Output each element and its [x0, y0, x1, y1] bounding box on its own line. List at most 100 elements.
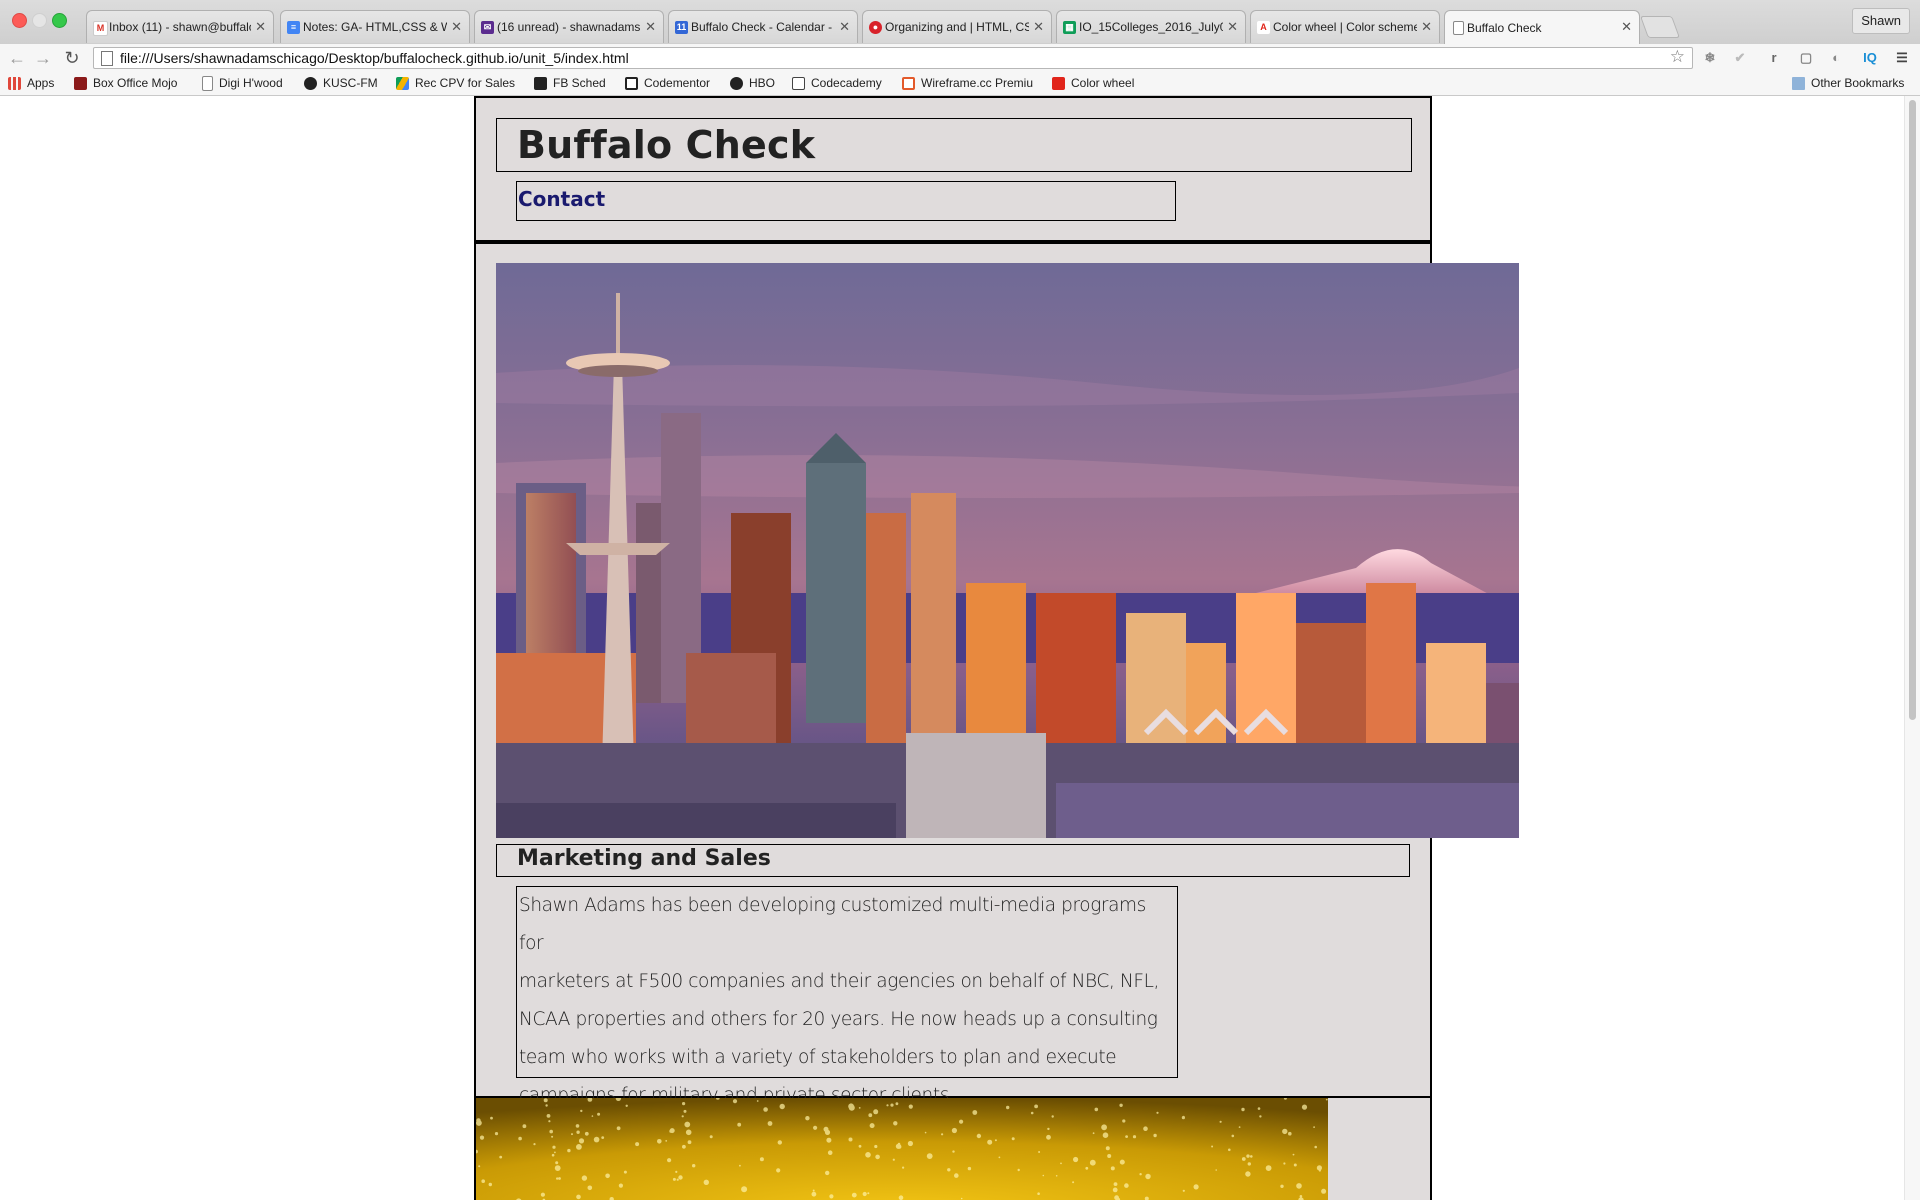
tab-yahoo-mail[interactable]: ✉ (16 unread) - shawnadams ✕ — [474, 10, 664, 43]
v-icon[interactable]: ✔ — [1730, 48, 1750, 68]
tab-close-icon[interactable]: ✕ — [839, 19, 850, 35]
forward-icon[interactable]: → — [32, 47, 54, 69]
tab-close-icon[interactable]: ✕ — [255, 19, 266, 35]
bookmark-rec-cpv[interactable]: Rec CPV for Sales — [396, 72, 515, 95]
codementor-icon — [625, 77, 638, 90]
mojo-icon — [74, 77, 87, 90]
url-text: file:///Users/shawnadamschicago/Desktop/… — [120, 50, 629, 66]
bookmark-star-icon[interactable]: ☆ — [1670, 47, 1685, 67]
tab-calendar[interactable]: 11 Buffalo Check - Calendar - ✕ — [668, 10, 858, 43]
tab-title: Buffalo Check - Calendar - — [691, 20, 833, 34]
bookmark-label: FB Sched — [553, 76, 606, 90]
tab-title: (16 unread) - shawnadams — [497, 20, 641, 34]
bookmark-box-office-mojo[interactable]: Box Office Mojo — [74, 72, 177, 95]
bio-line: Shawn Adams has been developing customiz… — [519, 895, 1146, 954]
tab-title: Inbox (11) - shawn@buffalo — [109, 20, 251, 34]
yahoo-mail-icon: ✉ — [481, 21, 494, 34]
tab-title: Organizing and | HTML, CSS — [885, 20, 1029, 34]
apps-grid-icon — [8, 77, 21, 90]
bookmark-apps[interactable]: Apps — [8, 72, 54, 95]
adobe-icon: A — [1257, 21, 1270, 34]
page-scrollbar[interactable] — [1904, 96, 1920, 1200]
browser-chrome: M Inbox (11) - shawn@buffalo ✕ ≡ Notes: … — [0, 0, 1920, 96]
tab-spreadsheet[interactable]: ▦ IO_15Colleges_2016_July06 ✕ — [1056, 10, 1246, 43]
drive-icon — [396, 77, 409, 90]
page-icon — [202, 76, 213, 91]
fb-sched-icon — [534, 77, 547, 90]
tab-close-icon[interactable]: ✕ — [1033, 19, 1044, 35]
tab-notes[interactable]: ≡ Notes: GA- HTML,CSS & W ✕ — [280, 10, 470, 43]
codecademy-icon — [792, 77, 805, 90]
bookmarks-bar: Apps Box Office Mojo Digi H'wood KUSC-FM… — [0, 72, 1920, 96]
window-maximize-button[interactable] — [52, 13, 67, 28]
bookmark-label: Other Bookmarks — [1811, 76, 1905, 90]
section-title: Marketing and Sales — [517, 846, 771, 871]
gmail-icon: M — [93, 21, 108, 36]
tab-organizing[interactable]: ● Organizing and | HTML, CSS ✕ — [862, 10, 1052, 43]
site-nav: Contact — [516, 181, 1176, 221]
bookmark-label: Wireframe.cc Premiu — [921, 76, 1034, 90]
site-title-box: Buffalo Check — [496, 118, 1412, 172]
bookmark-label: HBO — [749, 76, 776, 90]
scrollbar-thumb[interactable] — [1909, 100, 1916, 720]
bookmark-label: KUSC-FM — [323, 76, 378, 90]
drop-icon[interactable]: ◐ — [1826, 48, 1846, 68]
menu-icon[interactable]: ☰ — [1892, 48, 1912, 68]
bookmark-label: Color wheel — [1071, 76, 1135, 90]
seattle-skyline-image — [496, 263, 1519, 838]
reload-icon[interactable]: ↻ — [61, 47, 83, 69]
new-tab-button[interactable] — [1639, 16, 1681, 38]
beer-bubbles-image — [476, 1098, 1328, 1200]
back-icon[interactable]: ← — [6, 47, 28, 69]
tab-title: Buffalo Check — [1467, 20, 1542, 35]
adobe-icon — [1052, 77, 1065, 90]
folder-icon — [1792, 77, 1805, 90]
r-icon[interactable]: r — [1764, 48, 1784, 68]
address-bar[interactable]: file:///Users/shawnadamschicago/Desktop/… — [93, 47, 1693, 69]
tab-title: Color wheel | Color scheme — [1273, 20, 1417, 34]
tab-close-icon[interactable]: ✕ — [1421, 19, 1432, 35]
bio-line: NCAA properties and others for 20 years.… — [519, 1009, 1158, 1030]
tab-gmail[interactable]: M Inbox (11) - shawn@buffalo ✕ — [86, 10, 274, 43]
bookmark-kusc-fm[interactable]: KUSC-FM — [304, 72, 378, 95]
page-viewport: Buffalo Check Contact Marketing and Sale… — [0, 96, 1920, 1200]
bio-line: marketers at F500 companies and their ag… — [519, 971, 1159, 992]
tab-close-icon[interactable]: ✕ — [451, 19, 462, 35]
page-icon — [101, 51, 113, 66]
tab-close-icon[interactable]: ✕ — [645, 19, 656, 35]
profile-button[interactable]: Shawn — [1852, 8, 1910, 34]
square-icon[interactable]: ▢ — [1796, 48, 1816, 68]
bookmark-label: Apps — [27, 76, 55, 90]
hbo-icon — [730, 77, 743, 90]
bookmark-codecademy[interactable]: Codecademy — [792, 72, 882, 95]
tab-title: IO_15Colleges_2016_July06 — [1079, 20, 1223, 34]
bookmark-wireframe[interactable]: Wireframe.cc Premiu — [902, 72, 1033, 95]
snowflake-icon[interactable]: ❄ — [1700, 48, 1720, 68]
window-close-button[interactable] — [12, 13, 27, 28]
wireframe-icon — [902, 77, 915, 90]
ga-icon: ● — [869, 21, 882, 34]
bio-box: Shawn Adams has been developing customiz… — [516, 886, 1178, 1106]
window-minimize-button[interactable] — [32, 13, 47, 28]
iq-icon[interactable]: IQ — [1860, 48, 1880, 68]
calendar-icon: 11 — [675, 21, 688, 34]
bookmark-codementor[interactable]: Codementor — [625, 72, 710, 95]
tab-close-icon[interactable]: ✕ — [1621, 19, 1632, 35]
bio-paragraph: Shawn Adams has been developing customiz… — [517, 887, 1177, 1115]
tab-buffalo-check[interactable]: Buffalo Check ✕ — [1444, 10, 1640, 44]
nav-contact-link[interactable]: Contact — [518, 187, 605, 211]
tab-color-wheel[interactable]: A Color wheel | Color scheme ✕ — [1250, 10, 1440, 43]
bookmark-digi-hwood[interactable]: Digi H'wood — [202, 72, 283, 95]
sheets-icon: ▦ — [1063, 21, 1076, 34]
docs-icon: ≡ — [287, 21, 300, 34]
bookmark-other-bookmarks[interactable]: Other Bookmarks — [1792, 72, 1904, 95]
tab-title: Notes: GA- HTML,CSS & W — [303, 20, 447, 34]
bookmark-color-wheel[interactable]: Color wheel — [1052, 72, 1134, 95]
bookmark-hbo[interactable]: HBO — [730, 72, 775, 95]
bookmark-label: Box Office Mojo — [93, 76, 178, 90]
tab-close-icon[interactable]: ✕ — [1227, 19, 1238, 35]
radio-icon — [304, 77, 317, 90]
site-header: Buffalo Check Contact — [474, 96, 1432, 242]
bookmark-label: Rec CPV for Sales — [415, 76, 516, 90]
bookmark-fb-sched[interactable]: FB Sched — [534, 72, 606, 95]
